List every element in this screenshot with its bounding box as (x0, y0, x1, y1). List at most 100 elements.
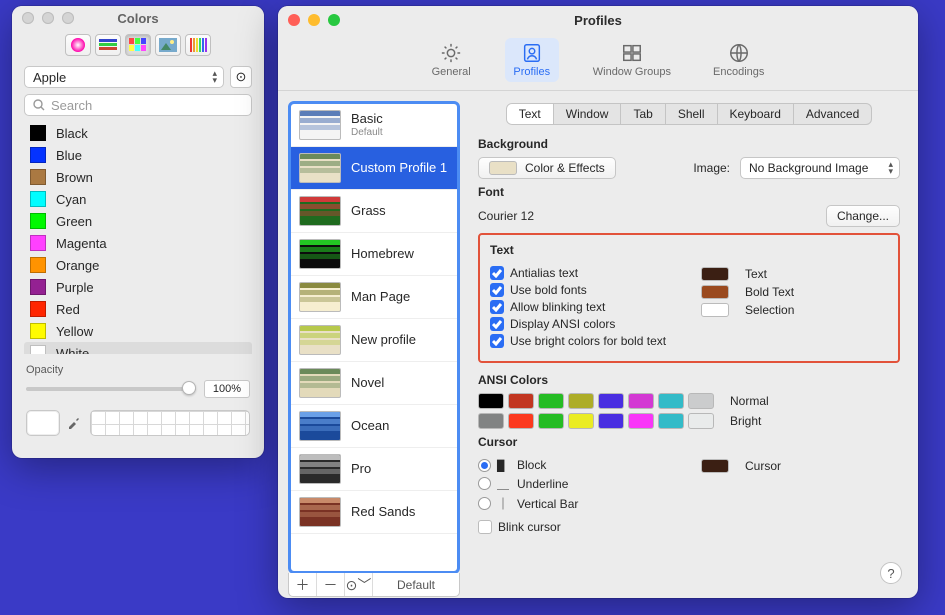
profile-item[interactable]: Red Sands (291, 491, 457, 534)
selection-color-swatch[interactable] (701, 303, 729, 317)
bold-color-swatch[interactable] (701, 285, 729, 299)
detail-tab-text[interactable]: Text (507, 104, 554, 124)
window-groups-icon (621, 42, 643, 64)
detail-tabs[interactable]: TextWindowTabShellKeyboardAdvanced (506, 103, 873, 125)
ansi-swatch[interactable] (628, 413, 654, 429)
text-color-swatch[interactable] (701, 267, 729, 281)
color-item-cyan[interactable]: Cyan (24, 188, 252, 210)
cursor-vbar-radio[interactable]: ｜Vertical Bar (478, 495, 677, 512)
zoom-button[interactable] (62, 12, 74, 24)
slider-thumb[interactable] (182, 381, 196, 395)
color-item-yellow[interactable]: Yellow (24, 320, 252, 342)
toolbar-encodings[interactable]: Encodings (705, 38, 772, 82)
bold-fonts-checkbox[interactable]: Use bold fonts (490, 283, 677, 297)
selected-color-swatch[interactable] (26, 410, 60, 436)
minimize-button[interactable] (308, 14, 320, 26)
color-item-white[interactable]: White (24, 342, 252, 354)
background-color-button[interactable]: Color & Effects (478, 157, 616, 179)
color-item-orange[interactable]: Orange (24, 254, 252, 276)
profile-list[interactable]: Basic Default Custom Profile 1 Grass Ho (288, 101, 460, 574)
ansi-swatch[interactable] (478, 393, 504, 409)
bright-bold-checkbox[interactable]: Use bright colors for bold text (490, 334, 677, 348)
detail-tab-advanced[interactable]: Advanced (794, 104, 871, 124)
palette-action-button[interactable]: ⊙ (230, 66, 252, 88)
toolbar-window-groups[interactable]: Window Groups (585, 38, 679, 82)
color-item-brown[interactable]: Brown (24, 166, 252, 188)
detail-tab-keyboard[interactable]: Keyboard (718, 104, 794, 124)
default-button[interactable]: Default (373, 573, 459, 596)
profile-item[interactable]: Grass (291, 190, 457, 233)
search-input[interactable]: Search (24, 94, 252, 116)
profile-name: Novel (351, 376, 384, 391)
change-font-button[interactable]: Change... (826, 205, 900, 227)
detail-tab-shell[interactable]: Shell (666, 104, 718, 124)
profile-item[interactable]: New profile (291, 319, 457, 362)
remove-profile-button[interactable]: － (317, 573, 345, 596)
cursor-underline-radio[interactable]: ＿Underline (478, 475, 677, 492)
profile-item[interactable]: Pro (291, 448, 457, 491)
background-image-select[interactable]: No Background Image ▴▾ (740, 157, 900, 179)
detail-tab-tab[interactable]: Tab (621, 104, 665, 124)
antialias-checkbox[interactable]: Antialias text (490, 266, 677, 280)
profile-name: Basic (351, 112, 383, 127)
profile-subtitle: Default (351, 127, 383, 139)
ansi-swatch[interactable] (508, 413, 534, 429)
color-wheel-mode-icon[interactable] (65, 34, 91, 56)
profile-item[interactable]: Novel (291, 362, 457, 405)
add-profile-button[interactable]: ＋ (289, 573, 317, 596)
ansi-swatch[interactable] (688, 393, 714, 409)
eyedropper-icon[interactable] (66, 414, 84, 433)
profile-action-button[interactable]: ⊙﹀ (345, 573, 373, 596)
blinking-checkbox[interactable]: Allow blinking text (490, 300, 677, 314)
cursor-block-radio[interactable]: ▇Block (478, 458, 677, 472)
opacity-value[interactable]: 100% (204, 380, 250, 398)
ansi-bright-row (478, 413, 714, 429)
color-item-black[interactable]: Black (24, 122, 252, 144)
zoom-button[interactable] (328, 14, 340, 26)
toolbar-profiles-label: Profiles (513, 66, 550, 78)
ansi-swatch[interactable] (538, 393, 564, 409)
ansi-label: Display ANSI colors (510, 317, 615, 331)
ansi-swatch[interactable] (658, 413, 684, 429)
toolbar-general[interactable]: General (424, 38, 479, 82)
color-sliders-mode-icon[interactable] (95, 34, 121, 56)
ansi-swatch[interactable] (628, 393, 654, 409)
color-item-green[interactable]: Green (24, 210, 252, 232)
profile-item[interactable]: Man Page (291, 276, 457, 319)
ansi-swatch[interactable] (658, 393, 684, 409)
image-palettes-mode-icon[interactable] (155, 34, 181, 56)
close-button[interactable] (288, 14, 300, 26)
profile-item[interactable]: Custom Profile 1 (291, 147, 457, 190)
profile-item[interactable]: Homebrew (291, 233, 457, 276)
ansi-swatch[interactable] (688, 413, 714, 429)
swatch-grid[interactable] (90, 410, 250, 436)
close-button[interactable] (22, 12, 34, 24)
opacity-slider[interactable] (26, 387, 196, 391)
color-name: Yellow (56, 324, 93, 339)
color-item-red[interactable]: Red (24, 298, 252, 320)
pencils-mode-icon[interactable] (185, 34, 211, 56)
detail-tab-window[interactable]: Window (554, 104, 622, 124)
ansi-swatch[interactable] (538, 413, 564, 429)
ansi-swatch[interactable] (598, 413, 624, 429)
profile-name: Man Page (351, 290, 410, 305)
color-item-purple[interactable]: Purple (24, 276, 252, 298)
cursor-color-swatch[interactable] (701, 459, 729, 473)
ansi-swatch[interactable] (598, 393, 624, 409)
blink-cursor-checkbox[interactable]: Blink cursor (478, 520, 677, 534)
color-item-blue[interactable]: Blue (24, 144, 252, 166)
ansi-swatch[interactable] (478, 413, 504, 429)
color-item-magenta[interactable]: Magenta (24, 232, 252, 254)
profile-item[interactable]: Ocean (291, 405, 457, 448)
ansi-swatch[interactable] (508, 393, 534, 409)
profile-item[interactable]: Basic Default (291, 104, 457, 147)
palette-select[interactable]: Apple ▴▾ (24, 66, 224, 88)
ansi-swatch[interactable] (568, 413, 594, 429)
color-palettes-mode-icon[interactable] (125, 34, 151, 56)
toolbar-profiles[interactable]: Profiles (505, 38, 559, 82)
minimize-button[interactable] (42, 12, 54, 24)
ansi-swatch[interactable] (568, 393, 594, 409)
help-button[interactable]: ? (880, 562, 902, 584)
color-name: Brown (56, 170, 93, 185)
ansi-checkbox[interactable]: Display ANSI colors (490, 317, 677, 331)
